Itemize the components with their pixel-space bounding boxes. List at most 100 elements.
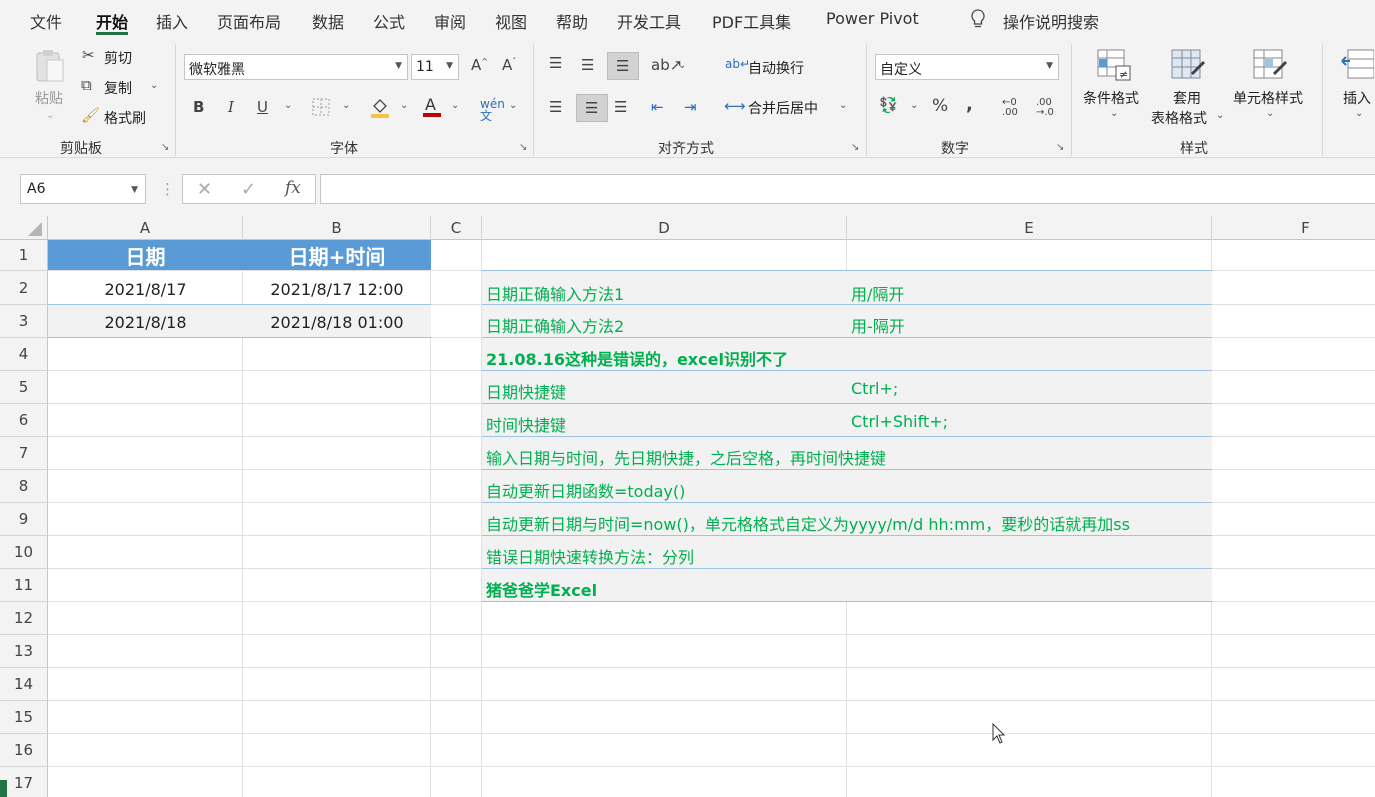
column-header-c[interactable]: C	[431, 216, 482, 240]
row-header-17[interactable]: 17	[0, 767, 48, 797]
row-header-16[interactable]: 16	[0, 734, 48, 767]
table-dropdown-icon[interactable]: ⌄	[1216, 110, 1224, 121]
format-as-table-icon[interactable]	[1170, 48, 1206, 85]
cut-button[interactable]: 剪切	[104, 48, 132, 68]
cell-d8[interactable]: 自动更新日期函数=today()	[486, 478, 685, 502]
conditional-dropdown-icon[interactable]: ⌄	[1110, 108, 1118, 119]
accounting-dropdown-icon[interactable]: ⌄	[910, 100, 918, 111]
phonetic-guide-icon[interactable]: wén 文	[480, 98, 505, 122]
cell-d5[interactable]: 日期快捷键	[486, 379, 566, 403]
cell-e2[interactable]: 用/隔开	[851, 281, 904, 305]
wrap-text-icon[interactable]: ab↵	[725, 58, 750, 70]
font-name-combo[interactable]: 微软雅黑 ▼	[184, 54, 408, 80]
cell-d3[interactable]: 日期正确输入方法2	[486, 313, 624, 337]
format-as-table-button[interactable]: 表格格式	[1151, 108, 1207, 128]
tab-formulas[interactable]: 公式	[373, 9, 405, 33]
number-launcher-icon[interactable]: ↘	[1056, 142, 1064, 153]
decrease-indent-icon[interactable]: ⇤	[651, 100, 664, 115]
cell-styles-icon[interactable]	[1252, 48, 1288, 85]
row-header-8[interactable]: 8	[0, 470, 48, 503]
phonetic-dropdown-icon[interactable]: ⌄	[509, 100, 517, 111]
row-header-3[interactable]: 3	[0, 305, 48, 338]
underline-dropdown-icon[interactable]: ⌄	[284, 100, 292, 111]
tab-review[interactable]: 审阅	[434, 9, 466, 33]
merge-center-button[interactable]: 合并后居中	[748, 98, 818, 118]
number-format-combo[interactable]: 自定义 ▼	[875, 54, 1059, 80]
row-header-15[interactable]: 15	[0, 701, 48, 734]
column-header-a[interactable]: A	[48, 216, 243, 240]
font-size-combo[interactable]: 11 ▼	[411, 54, 459, 80]
cell-e3[interactable]: 用-隔开	[851, 313, 905, 337]
row-header-13[interactable]: 13	[0, 635, 48, 668]
increase-decimal-icon[interactable]: ←0.00	[1002, 98, 1018, 118]
increase-indent-icon[interactable]: ⇥	[684, 100, 697, 115]
borders-dropdown-icon[interactable]: ⌄	[342, 100, 350, 111]
select-all-button[interactable]	[0, 216, 48, 240]
italic-button[interactable]: I	[228, 100, 234, 115]
more-options-icon[interactable]: ⋮	[160, 182, 175, 197]
format-painter-button[interactable]: 格式刷	[104, 108, 146, 128]
tab-pdf-tools[interactable]: PDF工具集	[712, 9, 791, 33]
cell-a1[interactable]: 日期	[48, 241, 243, 270]
row-header-10[interactable]: 10	[0, 536, 48, 569]
fill-color-dropdown-icon[interactable]: ⌄	[400, 100, 408, 111]
lightbulb-icon[interactable]	[970, 9, 986, 33]
formula-input[interactable]	[320, 174, 1375, 204]
enter-icon[interactable]: ✓	[241, 181, 256, 199]
cell-b2[interactable]: 2021/8/17 12:00	[243, 280, 431, 299]
percent-style-button[interactable]: %	[932, 98, 948, 115]
paste-button[interactable]: 粘贴	[35, 88, 63, 108]
tab-help[interactable]: 帮助	[556, 9, 588, 33]
paste-icon[interactable]	[34, 48, 66, 87]
tab-data[interactable]: 数据	[312, 9, 344, 33]
cell-d9[interactable]: 自动更新日期与时间=now()，单元格格式自定义为yyyy/m/d hh:mm，…	[486, 511, 1130, 535]
tell-me-search[interactable]: 操作说明搜索	[1003, 9, 1099, 33]
cell-d11[interactable]: 猪爸爸学Excel	[486, 577, 597, 601]
clipboard-launcher-icon[interactable]: ↘	[161, 142, 169, 153]
decrease-font-size-icon[interactable]: Aˇ	[502, 58, 516, 73]
cell-styles-button[interactable]: 单元格样式	[1233, 88, 1303, 108]
name-box[interactable]: A6 ▼	[20, 174, 146, 204]
cell-d10[interactable]: 错误日期快速转换方法：分列	[486, 544, 694, 568]
row-header-11[interactable]: 11	[0, 569, 48, 602]
tab-home[interactable]: 开始	[96, 9, 128, 33]
cancel-icon[interactable]: ✕	[197, 181, 212, 199]
cell-e5[interactable]: Ctrl+;	[851, 379, 898, 398]
row-header-7[interactable]: 7	[0, 437, 48, 470]
column-header-e[interactable]: E	[847, 216, 1212, 240]
insert-cells-button[interactable]: 插入	[1343, 88, 1371, 108]
conditional-formatting-button[interactable]: 条件格式	[1083, 88, 1139, 108]
column-header-f[interactable]: F	[1212, 216, 1375, 240]
decrease-decimal-icon[interactable]: .00 →.0	[1036, 98, 1054, 118]
cell-d7[interactable]: 输入日期与时间，先日期快捷，之后空格，再时间快捷键	[486, 445, 886, 469]
cell-a2[interactable]: 2021/8/17	[48, 280, 243, 299]
cell-d6[interactable]: 时间快捷键	[486, 412, 566, 436]
row-header-6[interactable]: 6	[0, 404, 48, 437]
align-left-icon[interactable]: ☰	[549, 100, 562, 115]
cell-d4[interactable]: 21.08.16这种是错误的，excel识别不了	[486, 346, 788, 370]
tab-page-layout[interactable]: 页面布局	[217, 9, 281, 33]
copy-button[interactable]: 复制	[104, 78, 132, 98]
tab-developer[interactable]: 开发工具	[617, 9, 681, 33]
merge-dropdown-icon[interactable]: ⌄	[839, 100, 847, 111]
insert-dropdown-icon[interactable]: ⌄	[1355, 108, 1363, 119]
format-painter-icon[interactable]: 🖌	[81, 108, 100, 123]
paste-dropdown-icon[interactable]: ⌄	[46, 110, 54, 121]
insert-function-button[interactable]: fx	[285, 180, 301, 197]
align-bottom-button[interactable]: ☰	[607, 52, 639, 80]
copy-dropdown-icon[interactable]: ⌄	[150, 80, 158, 91]
borders-icon[interactable]	[312, 98, 330, 119]
align-top-icon[interactable]: ☰	[549, 56, 562, 71]
tab-power-pivot[interactable]: Power Pivot	[826, 9, 919, 28]
insert-cells-icon[interactable]	[1340, 48, 1375, 85]
tab-view[interactable]: 视图	[495, 9, 527, 33]
row-header-9[interactable]: 9	[0, 503, 48, 536]
underline-button[interactable]: U	[257, 100, 268, 115]
row-header-1[interactable]: 1	[0, 240, 48, 271]
align-right-icon[interactable]: ☰	[614, 100, 627, 115]
font-launcher-icon[interactable]: ↘	[519, 142, 527, 153]
column-header-b[interactable]: B	[243, 216, 431, 240]
alignment-launcher-icon[interactable]: ↘	[851, 142, 859, 153]
row-header-2[interactable]: 2	[0, 271, 48, 305]
tab-insert[interactable]: 插入	[156, 9, 188, 33]
